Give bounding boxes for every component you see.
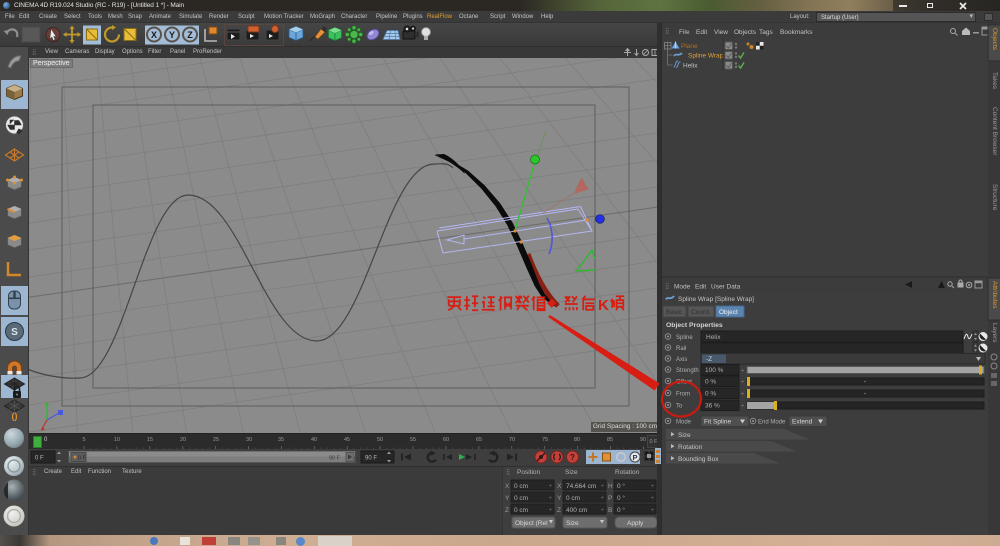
svg-text:⣿: ⣿ [665,283,669,290]
svg-text:÷: ÷ [741,404,744,410]
svg-text:74.664 cm: 74.664 cm [566,483,596,490]
svg-text:P: P [632,453,637,462]
svg-text:÷: ÷ [549,507,552,513]
svg-text:Object Properties: Object Properties [666,322,723,329]
svg-text:÷: ÷ [741,380,744,386]
svg-text:Y: Y [169,30,175,40]
svg-text:Bookmarks: Bookmarks [780,29,813,36]
svg-text:÷: ÷ [601,507,604,513]
svg-text:Mode: Mode [674,284,691,291]
svg-text:0 cm: 0 cm [566,495,580,502]
svg-text:(): () [12,411,18,421]
svg-text:Mode: Mode [676,420,692,426]
svg-text:36 %: 36 % [705,403,720,410]
svg-text:0 %: 0 % [705,391,716,398]
svg-text:To: To [676,404,683,410]
svg-text:Y: Y [557,495,562,502]
svg-text:÷: ÷ [651,495,654,501]
svg-text:X: X [151,30,157,40]
svg-text:View: View [714,29,728,36]
svg-text:Strength: Strength [676,368,699,374]
svg-text:Z: Z [187,30,193,40]
svg-text:Tags: Tags [759,29,773,36]
svg-text:90 F: 90 F [365,456,377,462]
svg-text:User Data: User Data [711,284,741,291]
svg-text:Spline Wrap [Spline Wrap]: Spline Wrap [Spline Wrap] [678,296,754,303]
svg-text:0 %: 0 % [705,379,716,386]
svg-text:B: B [608,507,612,514]
svg-text:Apply: Apply [627,520,644,527]
svg-text:X: X [505,483,510,490]
svg-text:Offset: Offset [676,380,692,386]
svg-text:Size: Size [678,432,691,439]
svg-text:Extend: Extend [792,419,813,426]
svg-text:90 F: 90 F [329,456,341,462]
svg-text:Layers: Layers [991,323,998,343]
svg-text:Edit: Edit [695,284,706,291]
svg-text:Coord.: Coord. [691,309,711,316]
svg-text:Object (Rel: Object (Rel [515,520,548,527]
svg-text:Size: Size [566,520,579,527]
svg-text:÷: ÷ [601,483,604,489]
svg-text:÷: ÷ [741,368,744,374]
svg-text:0 °: 0 ° [617,494,625,502]
svg-text:Axis: Axis [676,357,687,363]
svg-text:÷: ÷ [549,483,552,489]
svg-text:Spline Wrap: Spline Wrap [688,53,724,60]
svg-text:X: X [557,483,562,490]
svg-text:÷: ÷ [549,495,552,501]
svg-text:Attributes: Attributes [991,281,998,309]
svg-text:Z: Z [505,507,509,514]
svg-text:-Z: -Z [706,356,712,363]
svg-text:÷: ÷ [741,392,744,398]
svg-text:Y: Y [505,495,510,502]
svg-text:0 F: 0 F [78,456,87,462]
svg-text:Helix: Helix [683,63,698,70]
svg-text:Objects: Objects [991,28,998,51]
svg-text:÷: ÷ [651,483,654,489]
svg-text:÷: ÷ [601,495,604,501]
svg-text:Rail: Rail [676,346,686,352]
svg-text:Basic: Basic [666,309,683,316]
svg-text:Edit: Edit [696,29,707,36]
svg-text:Plane: Plane [681,43,698,50]
svg-text:0 °: 0 ° [617,506,625,514]
svg-text:0 cm: 0 cm [514,483,528,490]
svg-text:Z: Z [557,507,561,514]
svg-text:P: P [608,495,612,502]
svg-text:?: ? [570,453,575,462]
svg-text:400 cm: 400 cm [566,507,587,514]
svg-text:H: H [608,483,613,490]
svg-text:Content Browser: Content Browser [991,107,998,156]
svg-text:Takes: Takes [991,72,998,90]
svg-text:Objects: Objects [734,29,757,36]
svg-text:0 cm: 0 cm [514,495,528,502]
svg-text:÷: ÷ [651,507,654,513]
svg-text:S: S [11,327,18,338]
svg-text:100 %: 100 % [705,367,724,374]
svg-text:Spline: Spline [676,335,693,341]
svg-text:0 F: 0 F [35,456,44,462]
svg-text:File: File [679,29,690,36]
svg-text:Bounding Box: Bounding Box [678,456,719,463]
svg-text:Object: Object [719,309,738,316]
svg-text:Rotation: Rotation [678,444,703,451]
svg-text:Helix: Helix [706,334,721,341]
svg-text:From: From [676,392,690,398]
svg-text:0 cm: 0 cm [514,507,528,514]
svg-text:⣿: ⣿ [665,28,669,35]
svg-text:Fit Spline: Fit Spline [704,419,731,426]
svg-text:0 °: 0 ° [617,482,625,490]
svg-text:Structure: Structure [991,184,998,211]
svg-text:End Mode: End Mode [758,420,786,426]
